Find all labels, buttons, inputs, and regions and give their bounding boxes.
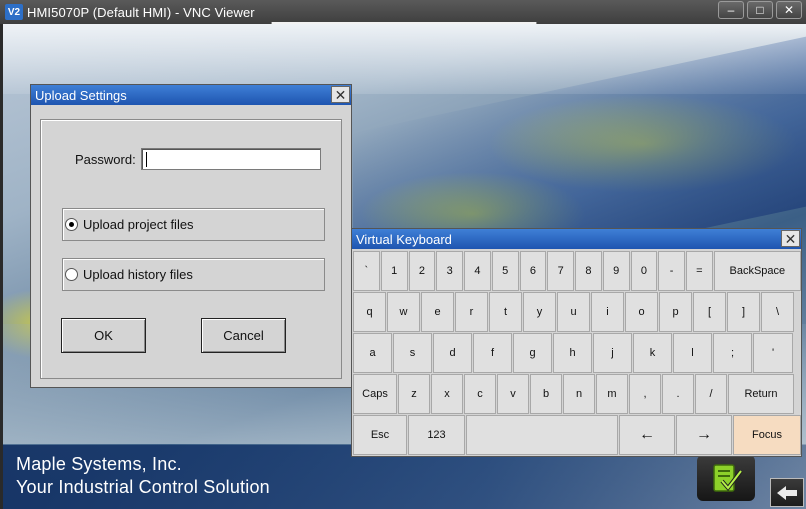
key-7[interactable]: 7	[547, 251, 574, 291]
key-/[interactable]: /	[695, 374, 727, 414]
upload-settings-title: Upload Settings	[35, 87, 127, 103]
key-n[interactable]: n	[563, 374, 595, 414]
upload-project-files-label: Upload project files	[83, 217, 194, 232]
numeric-mode-key[interactable]: 123	[408, 415, 465, 455]
key-g[interactable]: g	[513, 333, 552, 373]
checkmark-document-icon	[713, 464, 743, 492]
key-k[interactable]: k	[633, 333, 672, 373]
radio-button-selected[interactable]	[65, 218, 78, 231]
confirm-button[interactable]	[697, 455, 755, 501]
key-q[interactable]: q	[353, 292, 386, 332]
keyboard-row: Caps z x c v b n m,. / Return	[353, 374, 802, 414]
key-6[interactable]: 6	[519, 251, 547, 291]
space-key[interactable]	[466, 415, 618, 455]
key-c[interactable]: c	[464, 374, 496, 414]
key-y[interactable]: y	[523, 292, 556, 332]
key-i[interactable]: i	[591, 292, 624, 332]
key-3[interactable]: 3	[436, 251, 463, 291]
company-tagline: Your Industrial Control Solution	[16, 477, 270, 497]
upload-settings-titlebar[interactable]: Upload Settings ✕	[31, 85, 351, 105]
key-x[interactable]: x	[431, 374, 463, 414]
back-button[interactable]	[770, 478, 804, 507]
focus-key[interactable]: Focus	[733, 415, 801, 455]
key-r[interactable]: r	[455, 292, 488, 332]
left-arrow-key[interactable]: ←	[619, 415, 675, 455]
key-f[interactable]: f	[473, 333, 512, 373]
key-`[interactable]: `	[353, 251, 380, 291]
key-t[interactable]: t	[489, 292, 522, 332]
radio-button[interactable]	[65, 268, 78, 281]
cancel-button[interactable]: Cancel	[201, 318, 286, 353]
upload-project-files-option[interactable]: Upload project files	[62, 208, 325, 241]
close-button[interactable]: ✕	[776, 1, 802, 19]
close-icon: ✕	[784, 230, 797, 247]
key-m[interactable]: m	[596, 374, 628, 414]
text-caret	[146, 152, 147, 167]
backspace-key[interactable]: BackSpace	[713, 251, 801, 291]
key-a[interactable]: a	[353, 333, 392, 373]
key-'[interactable]: '	[753, 333, 793, 373]
keyboard-row: ` 1 2 3 4 5 6 7 8 9 0- = BackSpace	[353, 251, 802, 291]
key--[interactable]: -	[658, 251, 685, 291]
key-h[interactable]: h	[553, 333, 592, 373]
key-2[interactable]: 2	[408, 251, 436, 291]
keyboard-row: a s d f g h j k l; '	[353, 333, 802, 373]
key-=[interactable]: =	[686, 251, 713, 291]
company-name: Maple Systems, Inc.	[16, 454, 182, 474]
vnc-logo-icon: V2	[5, 4, 23, 20]
key-o[interactable]: o	[625, 292, 658, 332]
key-;[interactable]: ;	[713, 333, 752, 373]
key-.[interactable]: .	[662, 374, 694, 414]
upload-history-files-option[interactable]: Upload history files	[62, 258, 325, 291]
password-field[interactable]	[141, 148, 321, 170]
key-[[interactable]: [	[693, 292, 726, 332]
upload-history-files-label: Upload history files	[83, 267, 193, 282]
key-u[interactable]: u	[557, 292, 590, 332]
keyboard-row: q w e r t y u i o p[] \	[353, 292, 802, 332]
upload-settings-dialog: Upload Settings ✕ Password: Upload proje…	[30, 84, 352, 388]
key-8[interactable]: 8	[575, 251, 602, 291]
close-keyboard-button[interactable]: ✕	[781, 230, 800, 247]
key-v[interactable]: v	[497, 374, 529, 414]
key-d[interactable]: d	[433, 333, 472, 373]
key-5[interactable]: 5	[491, 251, 519, 291]
return-key[interactable]: Return	[728, 374, 794, 414]
virtual-keyboard-titlebar[interactable]: Virtual Keyboard ✕	[352, 229, 801, 249]
key-l[interactable]: l	[673, 333, 712, 373]
vnc-titlebar: V2 HMI5070P (Default HMI) - VNC Viewer –…	[0, 0, 806, 24]
caps-lock-key[interactable]: Caps	[353, 374, 397, 414]
key-p[interactable]: p	[659, 292, 692, 332]
window-title: HMI5070P (Default HMI) - VNC Viewer	[27, 4, 255, 20]
minimize-button[interactable]: –	[718, 1, 744, 19]
key-z[interactable]: z	[398, 374, 430, 414]
close-upload-dialog-button[interactable]: ✕	[331, 86, 350, 103]
key-w[interactable]: w	[387, 292, 420, 332]
key-1[interactable]: 1	[380, 251, 408, 291]
key-\[interactable]: \	[761, 292, 794, 332]
back-arrow-icon	[777, 485, 797, 500]
key-9[interactable]: 9	[602, 251, 630, 291]
ok-button[interactable]: OK	[61, 318, 146, 353]
window-controls: – □ ✕	[718, 1, 802, 19]
key-4[interactable]: 4	[464, 251, 491, 291]
password-label: Password:	[75, 152, 136, 167]
keyboard-row: Esc 123 ← → Focus	[353, 415, 802, 455]
key-e[interactable]: e	[421, 292, 454, 332]
key-,[interactable]: ,	[629, 374, 661, 414]
keyboard-keys: ` 1 2 3 4 5 6 7 8 9 0- = BackSpace q w e r t y u i o p[] \ a s d f g…	[353, 251, 802, 456]
key-s[interactable]: s	[393, 333, 432, 373]
key-j[interactable]: j	[593, 333, 632, 373]
key-][interactable]: ]	[727, 292, 760, 332]
virtual-keyboard-dialog: Virtual Keyboard ✕ ` 1 2 3 4 5 6 7 8 9 0- = BackSpac…	[351, 228, 802, 457]
virtual-keyboard-title: Virtual Keyboard	[356, 231, 452, 247]
key-0[interactable]: 0	[630, 251, 658, 291]
maximize-button[interactable]: □	[747, 1, 773, 19]
key-b[interactable]: b	[530, 374, 562, 414]
escape-key[interactable]: Esc	[353, 415, 407, 455]
right-arrow-key[interactable]: →	[676, 415, 732, 455]
close-icon: ✕	[334, 86, 347, 103]
